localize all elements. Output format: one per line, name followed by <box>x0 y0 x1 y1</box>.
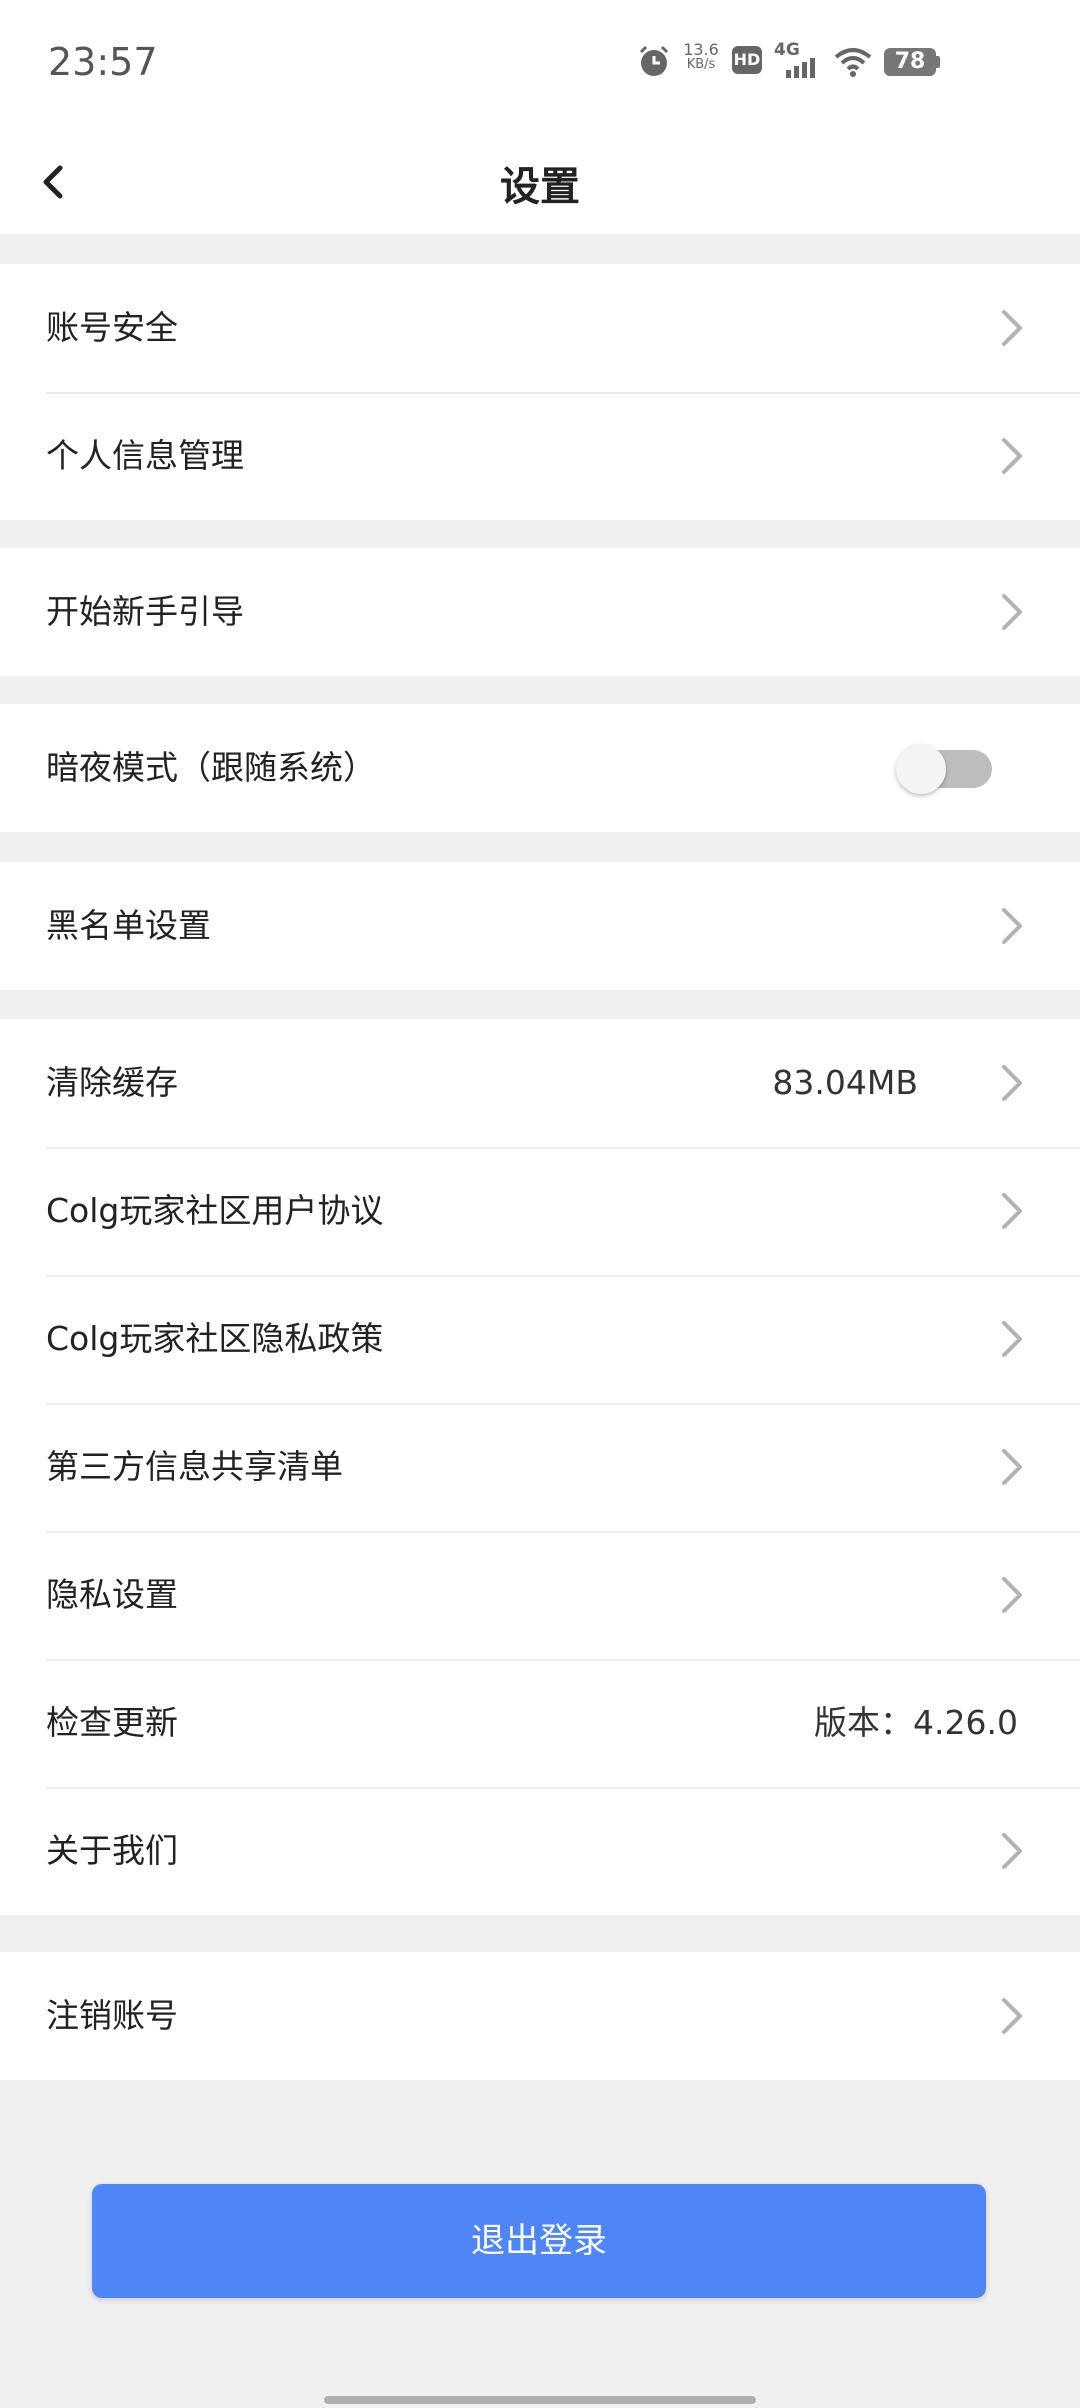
start-guide-item[interactable]: 开始新手引导 <box>0 548 1080 676</box>
chevron-right-icon <box>1002 1833 1022 1869</box>
chevron-right-icon <box>1002 310 1022 346</box>
signal-icon <box>786 58 815 78</box>
battery-icon: 78 <box>884 48 936 76</box>
chevron-right-icon <box>1002 594 1022 630</box>
chevron-right-icon <box>1002 1998 1022 2034</box>
status-icons: 13.6 KB/s HD 4G 78 <box>0 40 1080 90</box>
account-security-label: 账号安全 <box>46 308 178 347</box>
clear-cache-item[interactable]: 清除缓存 83.04MB <box>0 1019 1080 1147</box>
privacy-settings-item[interactable]: 隐私设置 <box>0 1531 1080 1659</box>
hd-icon: HD <box>732 46 762 74</box>
battery-tip <box>936 56 940 68</box>
logout-button[interactable]: 退出登录 <box>92 2184 986 2298</box>
version-value: 版本：4.26.0 <box>814 1703 1018 1742</box>
about-us-label: 关于我们 <box>46 1831 178 1870</box>
chevron-right-icon <box>1002 438 1022 474</box>
home-indicator[interactable] <box>324 2396 756 2404</box>
dark-mode-toggle[interactable] <box>896 744 992 794</box>
blacklist-item[interactable]: 黑名单设置 <box>0 862 1080 990</box>
cancel-account-label: 注销账号 <box>46 1996 178 2035</box>
chevron-right-icon <box>1002 908 1022 944</box>
chevron-right-icon <box>1002 1321 1022 1357</box>
cache-size-value: 83.04MB <box>772 1063 918 1102</box>
third-party-sharing-label: 第三方信息共享清单 <box>46 1447 343 1486</box>
section-cancel-account: 注销账号 <box>0 1952 1080 2080</box>
clear-cache-label: 清除缓存 <box>46 1063 178 1102</box>
section-dark-mode: 暗夜模式（跟随系统） <box>0 704 1080 832</box>
check-update-item[interactable]: 检查更新 版本：4.26.0 <box>0 1659 1080 1787</box>
privacy-settings-label: 隐私设置 <box>46 1575 178 1614</box>
section-blacklist: 黑名单设置 <box>0 862 1080 990</box>
user-agreement-item[interactable]: Colg玩家社区用户协议 <box>0 1147 1080 1275</box>
user-agreement-label: Colg玩家社区用户协议 <box>46 1191 384 1230</box>
header-bar: 设置 <box>0 130 1080 234</box>
net-speed-value: 13.6 <box>683 40 719 59</box>
status-bar: 23:57 13.6 KB/s HD 4G 78 <box>0 0 1080 130</box>
personal-info-label: 个人信息管理 <box>46 436 244 475</box>
personal-info-item[interactable]: 个人信息管理 <box>0 392 1080 520</box>
account-security-item[interactable]: 账号安全 <box>0 264 1080 392</box>
battery-level: 78 <box>894 49 926 74</box>
about-us-item[interactable]: 关于我们 <box>0 1787 1080 1915</box>
chevron-right-icon <box>1002 1449 1022 1485</box>
start-guide-label: 开始新手引导 <box>46 592 244 631</box>
hd-label: HD <box>733 50 761 69</box>
third-party-sharing-item[interactable]: 第三方信息共享清单 <box>0 1403 1080 1531</box>
cancel-account-item[interactable]: 注销账号 <box>0 1952 1080 2080</box>
privacy-policy-item[interactable]: Colg玩家社区隐私政策 <box>0 1275 1080 1403</box>
chevron-right-icon <box>1002 1193 1022 1229</box>
net-speed-unit: KB/s <box>686 57 716 72</box>
section-account: 账号安全 个人信息管理 <box>0 264 1080 520</box>
dark-mode-label: 暗夜模式（跟随系统） <box>46 748 376 787</box>
section-guide: 开始新手引导 <box>0 548 1080 676</box>
chevron-right-icon <box>1002 1065 1022 1101</box>
net-speed-indicator: 13.6 KB/s <box>680 40 722 73</box>
blacklist-label: 黑名单设置 <box>46 906 211 945</box>
check-update-label: 检查更新 <box>46 1703 178 1742</box>
chevron-right-icon <box>1002 1577 1022 1613</box>
toggle-knob <box>896 744 946 794</box>
wifi-icon <box>834 48 872 77</box>
page-title: 设置 <box>500 164 580 210</box>
dark-mode-item: 暗夜模式（跟随系统） <box>0 704 1080 832</box>
alarm-icon <box>639 45 669 76</box>
section-general: 清除缓存 83.04MB Colg玩家社区用户协议 Colg玩家社区隐私政策 第… <box>0 1019 1080 1915</box>
privacy-policy-label: Colg玩家社区隐私政策 <box>46 1319 384 1358</box>
